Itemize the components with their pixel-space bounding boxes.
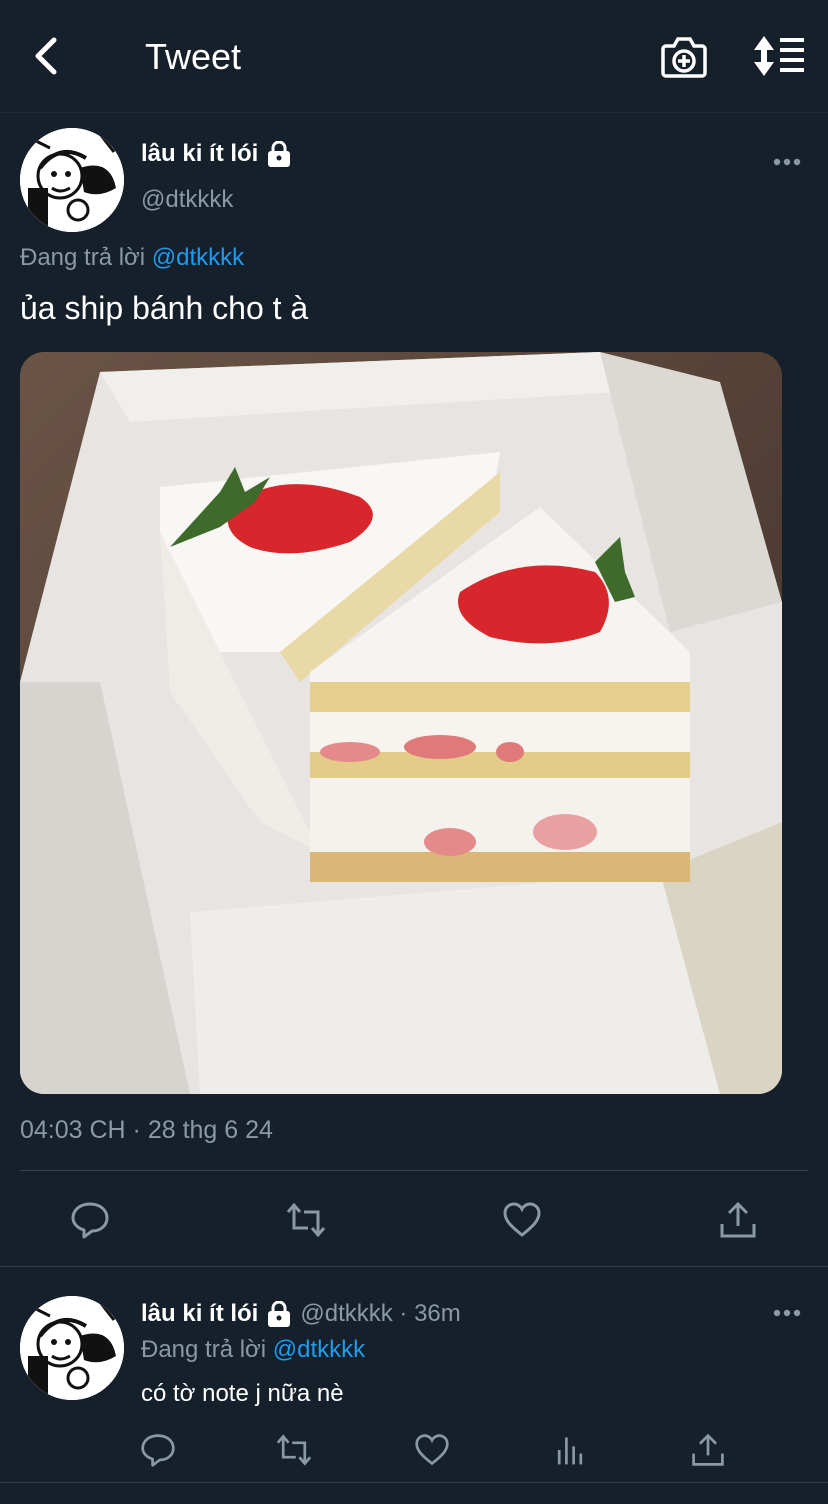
- tweet-timestamp: 04:03 CH · 28 thg 6 24: [20, 1116, 273, 1144]
- reply-handle-time[interactable]: @dtkkkk · 36m: [300, 1300, 460, 1328]
- divider: [20, 1170, 808, 1171]
- bottom-divider: [0, 1482, 828, 1483]
- replying-to-handle[interactable]: @dtkkkk: [152, 244, 244, 271]
- reply-avatar[interactable]: [20, 1296, 124, 1400]
- tweet-photo[interactable]: [20, 352, 782, 1094]
- reply-share-icon[interactable]: [690, 1432, 726, 1468]
- section-divider: [0, 1266, 828, 1267]
- replying-to-line: Đang trả lời @dtkkkk: [20, 244, 244, 272]
- reply-header-row: lâu ki ít lói @dtkkkk · 36m: [141, 1300, 461, 1328]
- page-title: Tweet: [145, 36, 242, 77]
- analytics-icon[interactable]: [552, 1432, 588, 1468]
- top-bar: Tweet: [0, 0, 828, 113]
- lock-icon: [268, 1301, 291, 1327]
- reply-replying-to-handle[interactable]: @dtkkkk: [273, 1336, 365, 1363]
- reply-replying-to-line: Đang trả lời @dtkkkk: [141, 1336, 365, 1364]
- author-handle[interactable]: @dtkkkk: [141, 186, 233, 214]
- avatar[interactable]: [20, 128, 124, 232]
- back-icon[interactable]: [28, 34, 68, 78]
- tweet-text: ủa ship bánh cho t à: [20, 290, 309, 326]
- reply-like-icon[interactable]: [414, 1432, 450, 1468]
- sort-lines-icon[interactable]: [752, 34, 806, 78]
- reply-icon[interactable]: [70, 1200, 110, 1240]
- camera-plus-icon[interactable]: [660, 34, 708, 80]
- share-icon[interactable]: [718, 1200, 758, 1240]
- replying-to-label: Đang trả lời: [20, 244, 146, 271]
- lock-icon: [268, 141, 291, 167]
- reply-tweet-text: có tờ note j nữa nè: [141, 1380, 344, 1407]
- reply-retweet-icon[interactable]: [276, 1432, 312, 1468]
- reply-reply-icon[interactable]: [140, 1432, 176, 1468]
- reply-more-options-icon[interactable]: [772, 1308, 802, 1318]
- like-icon[interactable]: [502, 1200, 542, 1240]
- reply-replying-to-label: Đang trả lời: [141, 1336, 267, 1363]
- more-options-icon[interactable]: [772, 157, 802, 167]
- retweet-icon[interactable]: [286, 1200, 326, 1240]
- author-name-row: lâu ki ít lói: [141, 140, 292, 168]
- reply-author-name[interactable]: lâu ki ít lói: [141, 1300, 258, 1328]
- author-display-name[interactable]: lâu ki ít lói: [141, 140, 258, 168]
